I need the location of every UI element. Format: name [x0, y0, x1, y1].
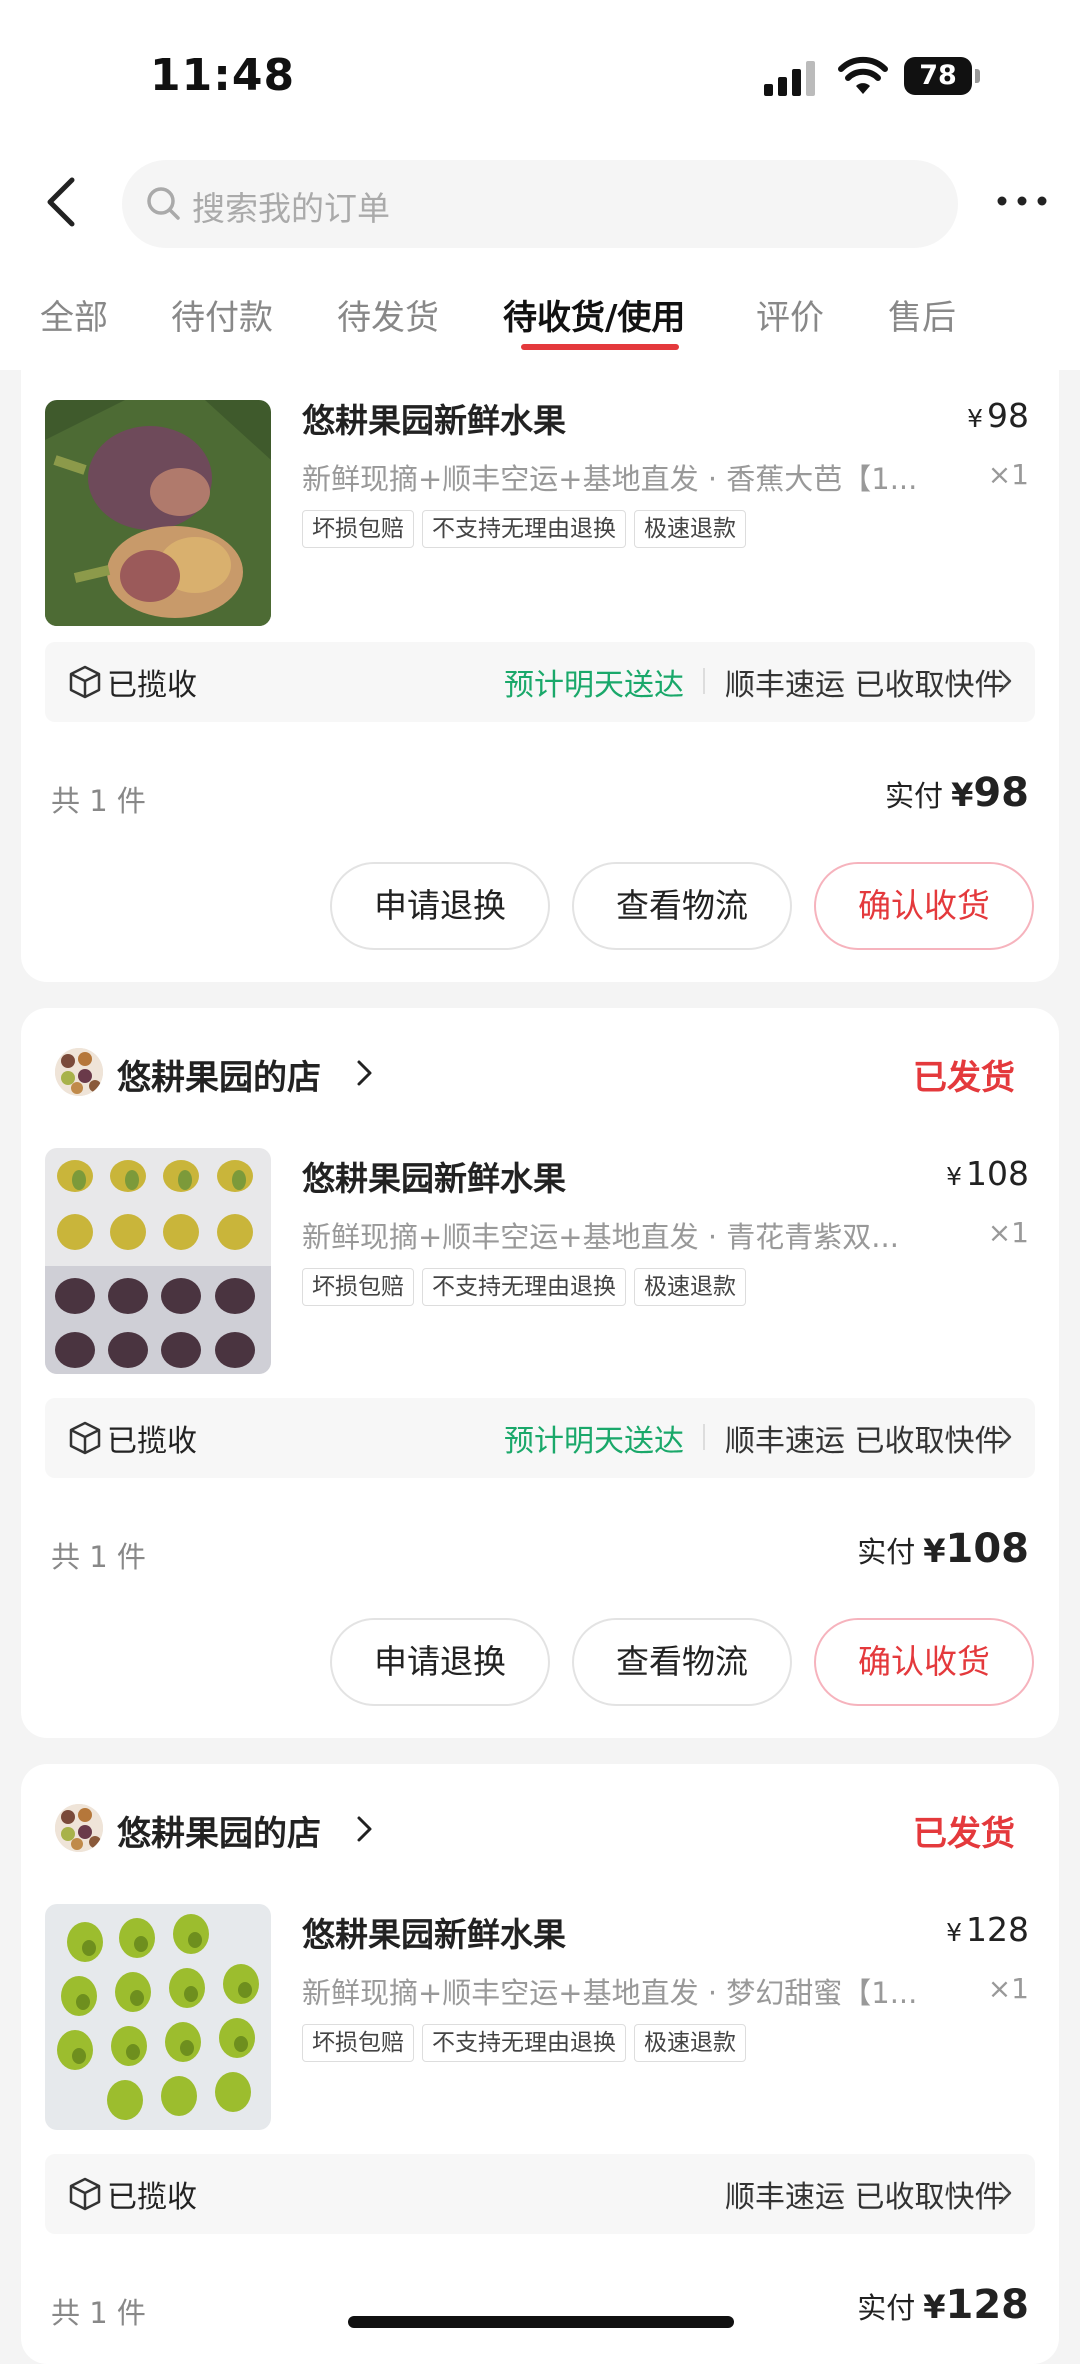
order-card: 悠耕果园的店 已发货 悠耕果园新鲜水果 ¥108 新鲜现摘+顺丰空运+基地直发 … [21, 1008, 1059, 1738]
product-price: ¥108 [946, 1154, 1029, 1193]
view-logistics-button[interactable]: 查看物流 [572, 862, 792, 950]
paid-total: 实付 ¥98 [885, 770, 1029, 816]
tab-pending-shipment[interactable]: 待发货 [337, 290, 439, 339]
logistics-state: 已揽收 [107, 668, 197, 703]
product-thumbnail[interactable] [45, 1904, 271, 2130]
carrier-status: 顺丰速运 已收取快件 [725, 1424, 1005, 1459]
product-thumbnail[interactable] [45, 1148, 271, 1374]
carrier-status: 顺丰速运 已收取快件 [725, 2180, 1005, 2215]
confirm-receipt-button[interactable]: 确认收货 [814, 1618, 1034, 1706]
tab-review[interactable]: 评价 [756, 290, 824, 339]
delivery-eta: 预计明天送达 [504, 1424, 684, 1459]
item-count: 共 1 件 [51, 784, 146, 818]
product-thumbnail[interactable] [45, 400, 271, 626]
service-tag: 极速退款 [634, 2024, 746, 2062]
shop-name: 悠耕果园的店 [117, 1058, 321, 1098]
service-tags: 坏损包赔 不支持无理由退换 极速退款 [302, 1268, 754, 1308]
service-tag: 坏损包赔 [302, 510, 414, 548]
chevron-right-icon [998, 669, 1012, 693]
product-name[interactable]: 悠耕果园新鲜水果 [302, 1908, 566, 1956]
product-quantity: ×1 [987, 458, 1029, 491]
order-status: 已发货 [913, 1814, 1015, 1854]
logistics-divider [703, 668, 705, 694]
wifi-icon [838, 56, 888, 94]
top-bar: 11:48 78 搜索我的订单 全部 待付款 待发货 待收货/使用 评价 售后 [0, 0, 1080, 370]
shop-name: 悠耕果园的店 [117, 1814, 321, 1854]
search-input[interactable]: 搜索我的订单 [122, 160, 958, 248]
status-bar: 11:48 78 [0, 0, 1080, 150]
home-indicator[interactable] [348, 2316, 734, 2328]
shop-header[interactable]: 悠耕果园的店 已发货 [55, 1046, 1015, 1106]
logistics-bar[interactable]: 已揽收 预计明天送达 顺丰速运 已收取快件 [45, 1398, 1035, 1478]
service-tag: 极速退款 [634, 1268, 746, 1306]
status-time: 11:48 [150, 50, 296, 101]
logistics-bar[interactable]: 已揽收 顺丰速运 已收取快件 [45, 2154, 1035, 2234]
service-tag: 极速退款 [634, 510, 746, 548]
logistics-state: 已揽收 [107, 1424, 197, 1459]
service-tags: 坏损包赔 不支持无理由退换 极速退款 [302, 510, 754, 550]
package-box-icon [69, 665, 101, 699]
service-tag: 坏损包赔 [302, 2024, 414, 2062]
product-spec: 新鲜现摘+顺丰空运+基地直发 · 青花青紫双... [302, 1220, 899, 1254]
request-return-button[interactable]: 申请退换 [330, 1618, 550, 1706]
product-quantity: ×1 [987, 1216, 1029, 1249]
chevron-right-icon [357, 1816, 372, 1842]
paid-total: 实付 ¥128 [857, 2282, 1029, 2328]
delivery-eta: 预计明天送达 [504, 668, 684, 703]
confirm-receipt-button[interactable]: 确认收货 [814, 862, 1034, 950]
chevron-right-icon [998, 2181, 1012, 2205]
shop-avatar [55, 1048, 103, 1096]
order-tabs: 全部 待付款 待发货 待收货/使用 评价 售后 [0, 290, 1080, 370]
package-box-icon [69, 1421, 101, 1455]
product-spec: 新鲜现摘+顺丰空运+基地直发 · 梦幻甜蜜【1... [302, 1976, 918, 2010]
search-icon [147, 187, 180, 220]
product-spec: 新鲜现摘+顺丰空运+基地直发 · 香蕉大芭【1... [302, 462, 918, 496]
tab-after-sales[interactable]: 售后 [888, 290, 956, 339]
service-tags: 坏损包赔 不支持无理由退换 极速退款 [302, 2024, 754, 2064]
order-card: 悠耕果园的店 已发货 悠耕果园新鲜水果 ¥128 新鲜现摘+顺丰空运+基地直发 … [21, 1764, 1059, 2364]
view-logistics-button[interactable]: 查看物流 [572, 1618, 792, 1706]
tab-pending-payment[interactable]: 待付款 [171, 290, 273, 339]
active-tab-indicator [521, 344, 679, 350]
logistics-bar[interactable]: 已揽收 预计明天送达 顺丰速运 已收取快件 [45, 642, 1035, 722]
shop-avatar [55, 1804, 103, 1852]
item-count: 共 1 件 [51, 1540, 146, 1574]
logistics-state: 已揽收 [107, 2180, 197, 2215]
search-placeholder: 搜索我的订单 [192, 189, 390, 228]
product-name[interactable]: 悠耕果园新鲜水果 [302, 394, 566, 442]
chevron-right-icon [357, 1060, 372, 1086]
tab-pending-receipt[interactable]: 待收货/使用 [503, 290, 685, 339]
battery-level: 78 [904, 57, 972, 95]
signal-icon [764, 61, 815, 96]
paid-total: 实付 ¥108 [857, 1526, 1029, 1572]
service-tag: 坏损包赔 [302, 1268, 414, 1306]
carrier-status: 顺丰速运 已收取快件 [725, 668, 1005, 703]
service-tag: 不支持无理由退换 [422, 2024, 626, 2062]
chevron-right-icon [998, 1425, 1012, 1449]
request-return-button[interactable]: 申请退换 [330, 862, 550, 950]
tab-all[interactable]: 全部 [40, 290, 108, 339]
battery-icon: 78 [904, 57, 982, 95]
service-tag: 不支持无理由退换 [422, 1268, 626, 1306]
product-quantity: ×1 [987, 1972, 1029, 2005]
shop-header[interactable]: 悠耕果园的店 已发货 [55, 1802, 1015, 1862]
service-tag: 不支持无理由退换 [422, 510, 626, 548]
product-price: ¥98 [967, 396, 1029, 435]
logistics-divider [703, 1424, 705, 1450]
back-arrow-icon[interactable] [38, 172, 88, 232]
product-price: ¥128 [946, 1910, 1029, 1949]
package-box-icon [69, 2177, 101, 2211]
battery-cap [975, 69, 980, 83]
more-icon[interactable] [992, 186, 1052, 216]
order-status: 已发货 [913, 1058, 1015, 1098]
item-count: 共 1 件 [51, 2296, 146, 2330]
product-name[interactable]: 悠耕果园新鲜水果 [302, 1152, 566, 1200]
order-card: 悠耕果园新鲜水果 ¥98 新鲜现摘+顺丰空运+基地直发 · 香蕉大芭【1... … [21, 300, 1059, 982]
